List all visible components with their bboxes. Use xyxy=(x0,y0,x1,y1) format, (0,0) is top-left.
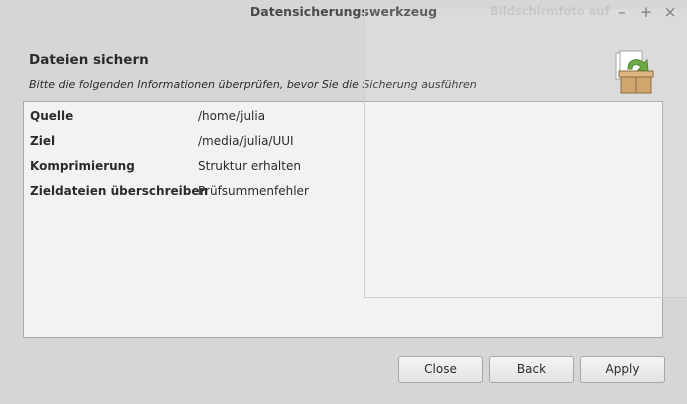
row-label: Zieldateien überschreiben xyxy=(30,184,209,198)
page-title: Dateien sichern xyxy=(29,52,149,68)
close-button[interactable]: Close xyxy=(398,356,483,383)
row-value: /home/julia xyxy=(198,109,266,123)
row-label: Komprimierung xyxy=(30,159,135,173)
background-window-overlay xyxy=(364,9,687,298)
row-value: /media/julia/UUI xyxy=(198,134,294,148)
row-label: Ziel xyxy=(30,134,56,148)
row-value: Prüfsummenfehler xyxy=(198,184,309,198)
row-value: Struktur erhalten xyxy=(198,159,301,173)
back-button[interactable]: Back xyxy=(489,356,574,383)
apply-button[interactable]: Apply xyxy=(580,356,665,383)
row-label: Quelle xyxy=(30,109,74,123)
